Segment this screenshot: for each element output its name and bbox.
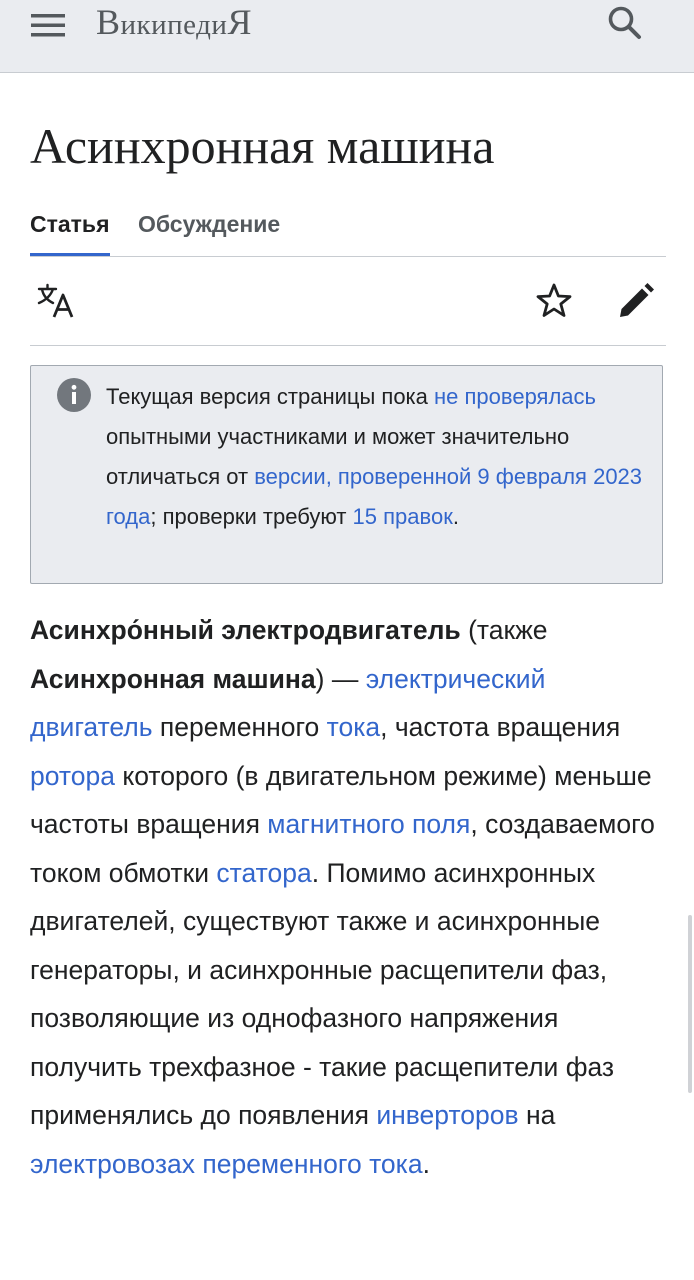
article-lead-paragraph: Асинхро́нный электродвигатель (также Аси…: [30, 606, 670, 1188]
lead-text-part: .: [422, 1148, 430, 1179]
star-icon[interactable]: [534, 281, 574, 321]
bold-term: Асинхро́нный электродвигатель: [30, 615, 461, 645]
search-icon[interactable]: [606, 4, 644, 42]
notice-text: Текущая версия страницы пока не проверял…: [106, 377, 646, 537]
link-inverters[interactable]: инверторов: [376, 1100, 518, 1130]
pencil-icon[interactable]: [616, 281, 656, 321]
bold-term: Асинхронная машина: [30, 663, 316, 694]
unreviewed-version-notice: Текущая версия страницы пока не проверял…: [30, 365, 663, 584]
lead-text-part: . Помимо асинхронных двигателей, существ…: [30, 857, 615, 1131]
pending-edits-link[interactable]: 15 правок: [353, 504, 453, 529]
lead-text-part: на: [518, 1100, 556, 1130]
link-ac-electric-locomotives[interactable]: электровозах переменного тока: [30, 1149, 423, 1179]
wikipedia-wordmark[interactable]: ВикипедиЯ: [96, 2, 252, 45]
wordmark-first-letter: В: [96, 2, 121, 42]
info-icon: [56, 377, 92, 413]
scrollbar-thumb[interactable]: [688, 915, 692, 1093]
link-magnetic-field[interactable]: магнитного поля: [267, 809, 470, 839]
link-rotor[interactable]: ротора: [30, 761, 115, 791]
not-reviewed-link[interactable]: не проверялась: [434, 384, 596, 409]
wordmark-last-letter: Я: [227, 2, 252, 42]
link-current[interactable]: тока: [327, 712, 381, 742]
page-actions-toolbar: [30, 257, 666, 346]
lead-text-part: ) —: [315, 663, 366, 694]
lead-text-part: переменного: [152, 712, 327, 742]
lead-text-part: (также: [460, 615, 548, 645]
wordmark-middle: икипеди: [120, 9, 228, 41]
tab-talk[interactable]: Обсуждение: [138, 196, 280, 255]
page-title: Асинхронная машина: [30, 118, 495, 174]
page-tabs: Статья Обсуждение: [30, 196, 666, 257]
hamburger-menu-icon[interactable]: [31, 8, 65, 42]
link-stator[interactable]: статора: [216, 858, 311, 888]
notice-text-part: .: [452, 504, 459, 529]
tab-article[interactable]: Статья: [30, 196, 110, 256]
notice-text-part: ; проверки требуют: [150, 504, 353, 529]
lead-text-part: , частота вращения: [380, 712, 621, 742]
language-icon[interactable]: [36, 281, 76, 321]
notice-text-part: Текущая версия страницы пока: [106, 384, 435, 409]
site-header: ВикипедиЯ: [0, 0, 694, 73]
